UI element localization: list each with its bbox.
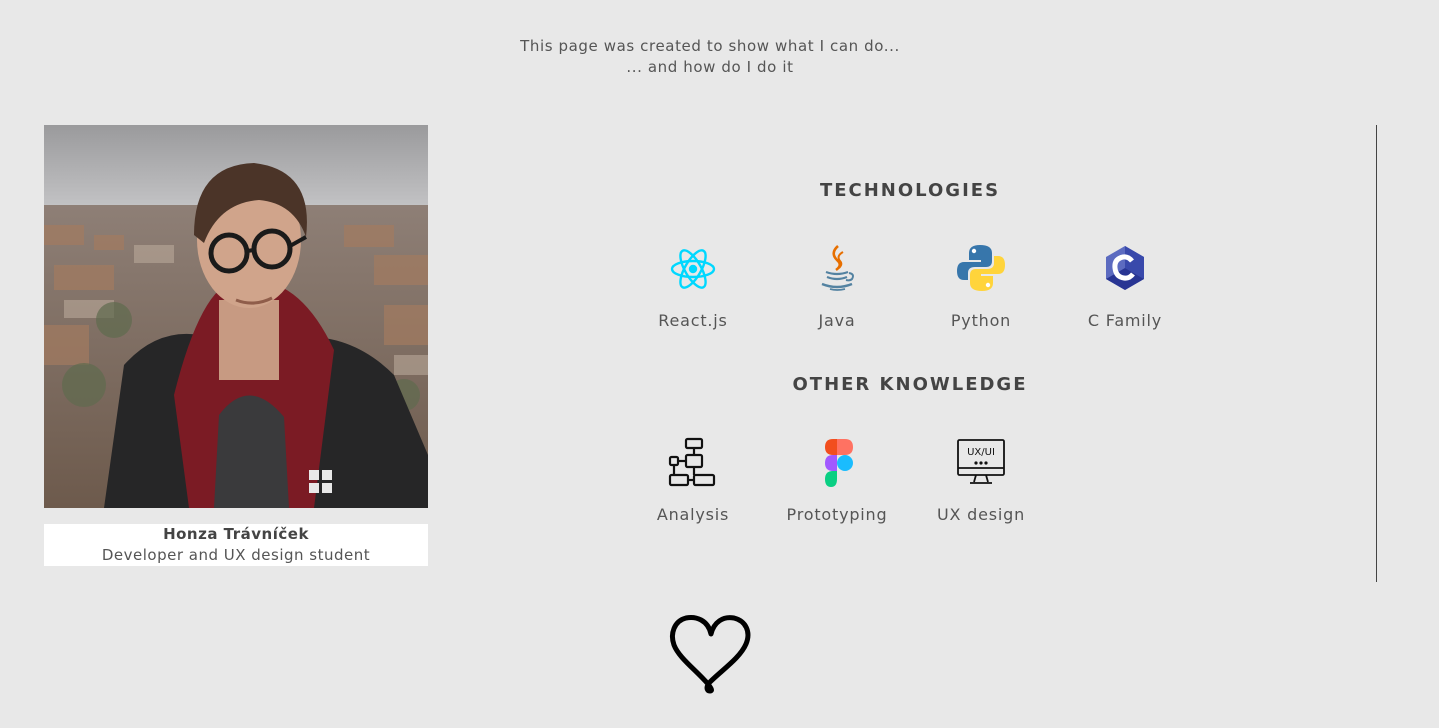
react-icon xyxy=(670,249,716,289)
page: This page was created to show what I can… xyxy=(0,0,1439,728)
skill-ux-design-label: UX design xyxy=(936,505,1026,524)
other-knowledge-title: OTHER KNOWLEDGE xyxy=(792,374,1028,395)
skill-react-label: React.js xyxy=(658,311,728,330)
flowchart-icon xyxy=(668,437,716,487)
skill-prototyping-label: Prototyping xyxy=(786,505,888,524)
figma-icon xyxy=(825,439,853,487)
intro-line-2: ... and how do I do it xyxy=(626,58,794,76)
skill-analysis: Analysis xyxy=(623,437,763,524)
skill-ux-design: UX/UI UX design xyxy=(911,437,1051,524)
c-family-icon xyxy=(1106,246,1144,290)
profile-role: Developer and UX design student xyxy=(101,546,371,564)
skill-react: React.js xyxy=(623,243,763,330)
skill-java: Java xyxy=(767,243,907,330)
profile-photo xyxy=(44,125,428,508)
technologies-title: TECHNOLOGIES xyxy=(819,180,1001,201)
skill-c-family-label: C Family xyxy=(1087,311,1163,330)
skill-java-label: Java xyxy=(818,311,856,330)
skill-prototyping: Prototyping xyxy=(767,437,907,524)
intro-line-1: This page was created to show what I can… xyxy=(520,37,900,55)
skill-python: Python xyxy=(911,243,1051,330)
ux-ui-monitor-icon: UX/UI xyxy=(957,439,1005,484)
vertical-divider xyxy=(1376,125,1377,582)
heart-icon xyxy=(670,615,751,694)
intro-text: This page was created to show what I can… xyxy=(0,36,1420,78)
python-icon xyxy=(957,245,1005,291)
skill-c-family: C Family xyxy=(1055,243,1195,330)
profile-caption: Honza Trávníček Developer and UX design … xyxy=(44,524,428,566)
skill-python-label: Python xyxy=(950,311,1012,330)
skill-analysis-label: Analysis xyxy=(656,505,730,524)
ux-ui-text: UX/UI xyxy=(967,447,995,458)
java-icon xyxy=(821,245,854,291)
profile-name: Honza Trávníček xyxy=(163,525,309,543)
